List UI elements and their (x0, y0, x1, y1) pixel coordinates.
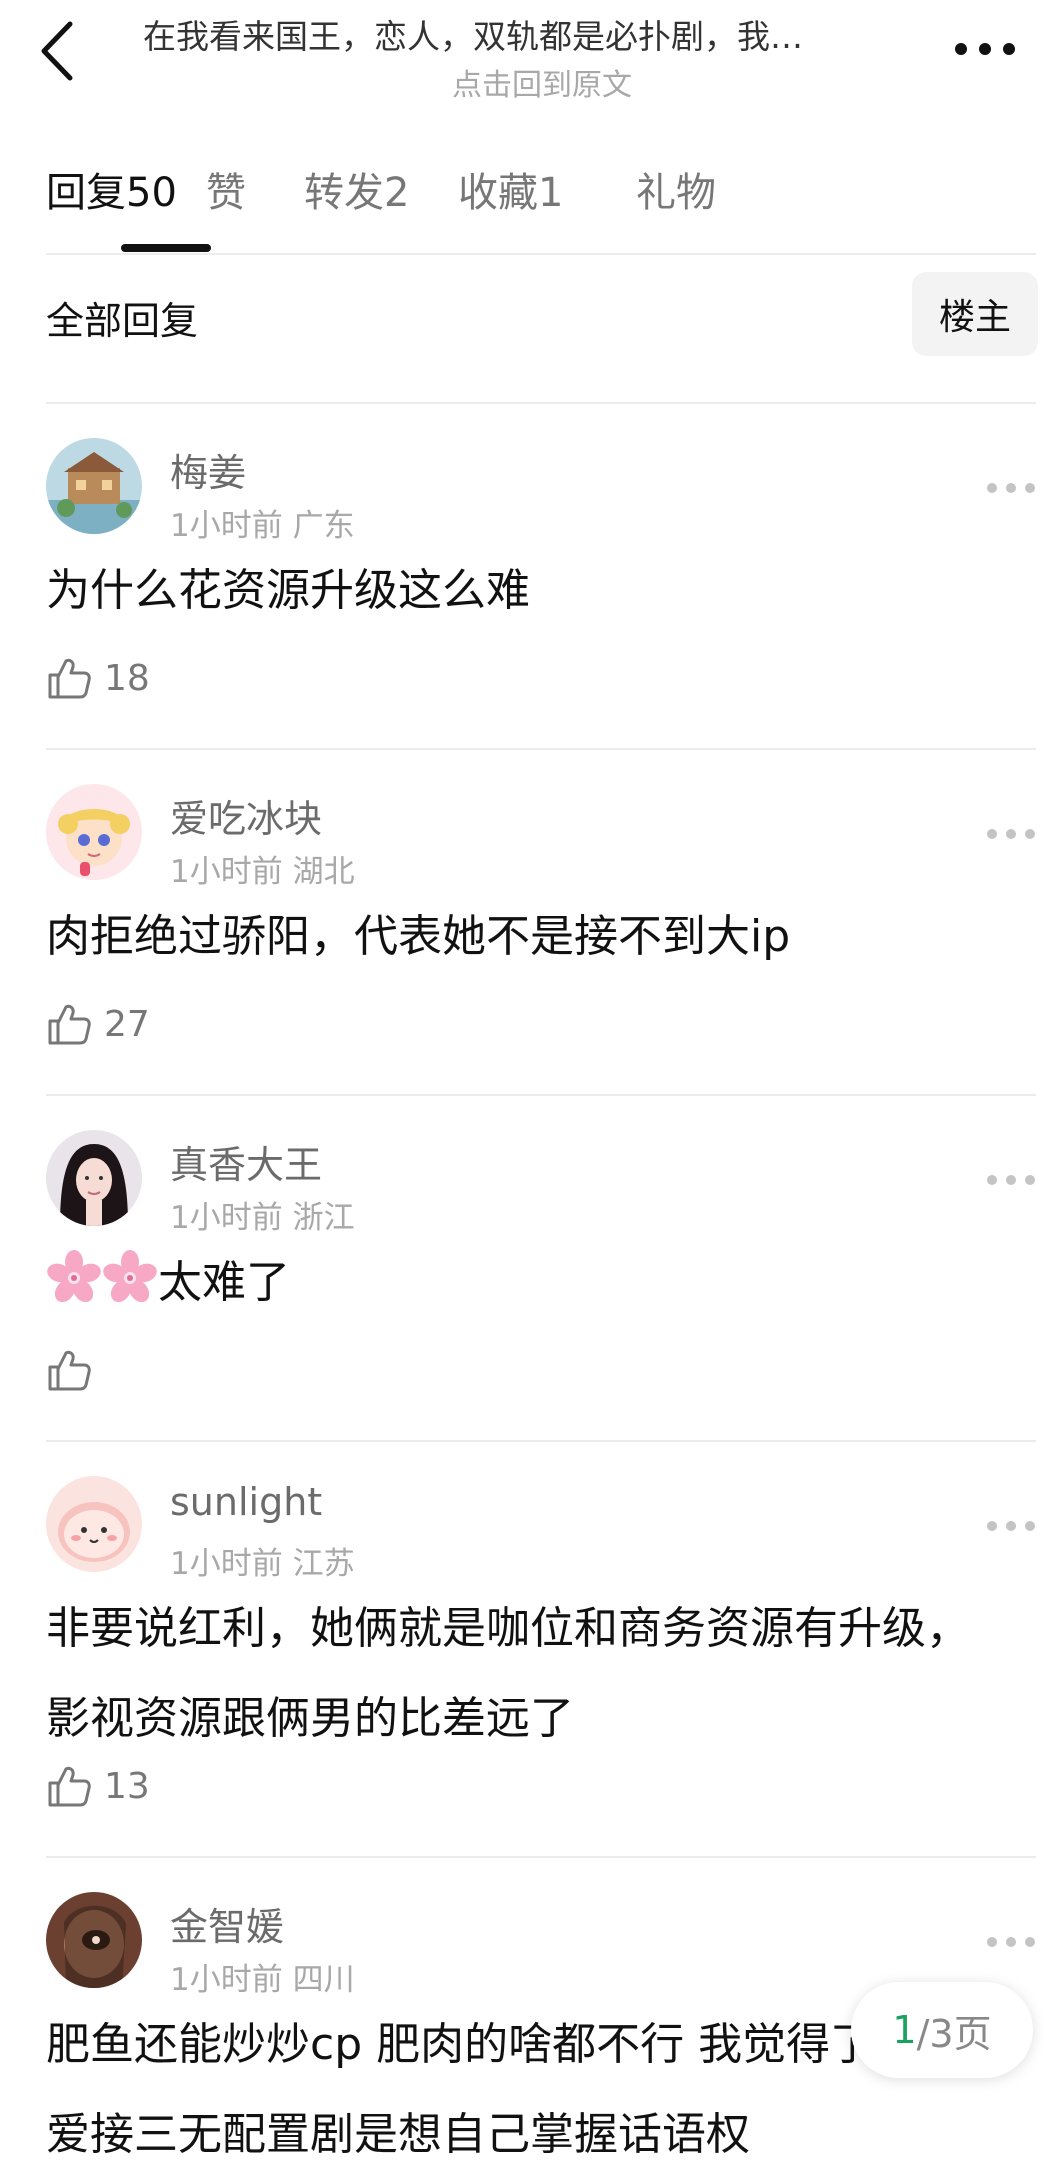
back-to-post-link[interactable]: 点击回到原文 (0, 60, 1044, 104)
avatar[interactable] (46, 1130, 142, 1226)
tab-gifts[interactable]: 礼物 (636, 160, 716, 218)
comment-text: 太难了 (46, 1238, 1006, 1328)
current-page: 1 (892, 2008, 917, 2052)
top-bar: 在我看来国王，恋人，双轨都是必扑剧，我… 点击回到原文 (0, 0, 1044, 110)
divider (46, 253, 1036, 255)
comment-text: 为什么花资源升级这么难 (46, 565, 530, 616)
tab-label: 收藏 (458, 170, 538, 216)
thumbs-up-icon (48, 1004, 91, 1045)
comment-text-body: 太难了 (158, 1257, 290, 1308)
avatar[interactable] (46, 1476, 142, 1572)
like-button[interactable]: 27 (46, 998, 150, 1050)
more-dots-icon[interactable] (986, 1518, 1036, 1534)
like-count: 13 (104, 1765, 150, 1807)
more-dots-icon[interactable] (986, 1172, 1036, 1188)
avatar[interactable] (46, 1892, 142, 1988)
tab-count: 50 (126, 170, 177, 216)
username[interactable]: 金智媛 (170, 1896, 284, 1951)
tab-label: 转发 (304, 170, 384, 216)
comment-meta: 1小时前 广东 (170, 500, 355, 545)
divider (46, 748, 1036, 750)
page-indicator[interactable]: 1/3页 (851, 1982, 1033, 2078)
all-replies-label[interactable]: 全部回复 (46, 290, 198, 345)
thumbs-up-icon (48, 1766, 91, 1807)
tab-count: 1 (538, 170, 564, 216)
comment-meta: 1小时前 江苏 (170, 1538, 355, 1583)
timestamp: 1小时前 (170, 508, 283, 544)
more-dots-icon[interactable] (986, 480, 1036, 496)
comment-text: 肉拒绝过骄阳，代表她不是接不到大ip (46, 911, 791, 962)
location: 浙江 (292, 1200, 355, 1236)
username[interactable]: sunlight (170, 1480, 322, 1524)
location: 四川 (292, 1962, 355, 1998)
username[interactable]: 真香大王 (170, 1134, 322, 1189)
divider (46, 1094, 1036, 1096)
timestamp: 1小时前 (170, 1200, 283, 1236)
cherry-blossom-icon (102, 1246, 158, 1303)
divider (46, 1440, 1036, 1442)
comment-meta: 1小时前 浙江 (170, 1192, 355, 1237)
like-button[interactable]: 18 (46, 652, 150, 704)
tab-reposts[interactable]: 转发2 (304, 160, 409, 218)
location: 广东 (292, 508, 355, 544)
timestamp: 1小时前 (170, 854, 283, 890)
username[interactable]: 爱吃冰块 (170, 788, 322, 843)
like-button[interactable]: 13 (46, 1760, 150, 1812)
total-pages: /3页 (916, 2011, 992, 2056)
tab-label: 回复 (46, 170, 126, 216)
thumbs-up-icon (48, 658, 91, 699)
tab-label: 礼物 (636, 170, 716, 216)
active-tab-indicator (121, 244, 211, 252)
op-only-button[interactable]: 楼主 (912, 272, 1038, 356)
timestamp: 1小时前 (170, 1962, 283, 1998)
location: 湖北 (292, 854, 355, 890)
tab-label: 赞 (206, 170, 246, 216)
cherry-blossom-icon (46, 1246, 102, 1303)
like-button[interactable] (46, 1344, 104, 1396)
divider (46, 1856, 1036, 1858)
tab-count: 2 (384, 170, 410, 216)
location: 江苏 (292, 1546, 355, 1582)
more-dots-icon[interactable] (986, 1934, 1036, 1950)
like-count: 18 (104, 657, 150, 699)
divider (46, 402, 1036, 404)
more-options-icon[interactable] (952, 34, 1018, 64)
username[interactable]: 梅姜 (170, 442, 246, 497)
comment-meta: 1小时前 湖北 (170, 846, 355, 891)
tab-replies[interactable]: 回复50 (46, 160, 177, 218)
post-title[interactable]: 在我看来国王，恋人，双轨都是必扑剧，我… (143, 10, 923, 58)
comment-text: 非要说红利，她俩就是咖位和商务资源有升级，影视资源跟俩男的比差远了 (46, 1603, 970, 1744)
tab-likes[interactable]: 赞 (206, 160, 246, 218)
interaction-tabs: 回复50 赞 转发2 礼物 收藏1 (46, 148, 1036, 258)
thumbs-up-icon (48, 1350, 91, 1391)
avatar[interactable] (46, 784, 142, 880)
avatar[interactable] (46, 438, 142, 534)
comment-meta: 1小时前 四川 (170, 1954, 355, 1999)
tab-favorites[interactable]: 收藏1 (458, 160, 563, 218)
more-dots-icon[interactable] (986, 826, 1036, 842)
like-count: 27 (104, 1003, 150, 1045)
timestamp: 1小时前 (170, 1546, 283, 1582)
